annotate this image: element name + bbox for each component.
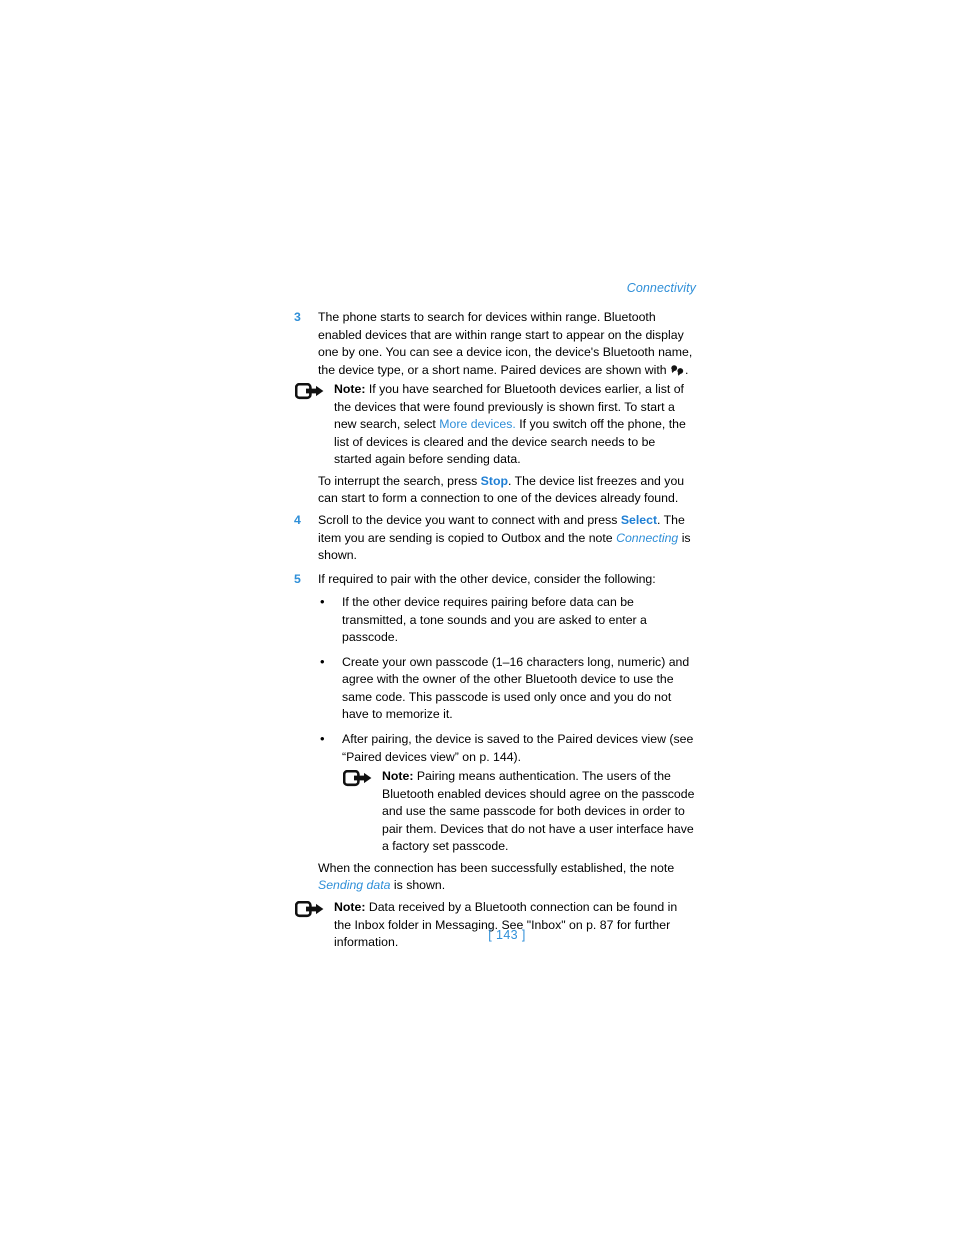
page-content: 3 The phone starts to search for devices… <box>294 309 696 952</box>
interrupt-paragraph: To interrupt the search, press Stop. The… <box>294 473 696 508</box>
closing-text-a: When the connection has been successfull… <box>318 860 675 875</box>
step-item-5: 5 If required to pair with the other dev… <box>294 571 696 589</box>
paired-devices-icon <box>670 364 685 376</box>
note-inbox: Note: Data received by a Bluetooth conne… <box>294 899 696 952</box>
step-number: 4 <box>294 513 301 528</box>
closing-text-b: is shown. <box>390 878 446 893</box>
connecting-note-text: Connecting <box>616 530 679 545</box>
step-4-text-a: Scroll to the device you want to connect… <box>318 513 621 528</box>
running-header: Connectivity <box>626 281 696 295</box>
list-item: • If the other device requires pairing b… <box>318 594 696 647</box>
bullet-text: If the other device requires pairing bef… <box>342 595 647 645</box>
note-label: Note: <box>382 769 414 784</box>
step-number: 5 <box>294 571 301 586</box>
step-item-4: 4 Scroll to the device you want to conne… <box>294 512 696 565</box>
note-pairing-text: Pairing means authentication. The users … <box>382 769 695 854</box>
more-devices-link[interactable]: More devices. <box>439 417 516 431</box>
note-label: Note: <box>334 899 366 914</box>
note-pairing: Note: Pairing means authentication. The … <box>342 768 696 856</box>
note-label: Note: <box>334 382 366 397</box>
bullet-dot-icon: • <box>320 653 325 669</box>
step-5-text: If required to pair with the other devic… <box>318 571 656 586</box>
interrupt-text-a: To interrupt the search, press <box>318 473 481 488</box>
bullet-text: Create your own passcode (1–16 character… <box>342 654 690 722</box>
pairing-bullet-list: • If the other device requires pairing b… <box>294 594 696 856</box>
list-item: • Create your own passcode (1–16 charact… <box>318 654 696 724</box>
step-number: 3 <box>294 310 301 324</box>
closing-paragraph: When the connection has been successfull… <box>294 860 696 895</box>
step-3-text-tail: . <box>685 362 689 377</box>
note-more-devices: Note: If you have searched for Bluetooth… <box>294 381 696 469</box>
note-callout-icon <box>294 383 325 400</box>
manual-page: Connectivity 3 The phone starts to searc… <box>0 0 954 1235</box>
bullet-dot-icon: • <box>320 594 325 610</box>
note-callout-icon <box>294 900 325 918</box>
list-item: • After pairing, the device is saved to … <box>318 731 696 766</box>
step-item-3: 3 The phone starts to search for devices… <box>294 309 696 379</box>
sending-data-note-text: Sending data <box>318 878 391 893</box>
note-callout-icon <box>342 770 373 787</box>
step-text: Scroll to the device you want to connect… <box>318 512 696 565</box>
select-link[interactable]: Select <box>621 513 657 527</box>
page-number: [ 143 ] <box>488 928 526 942</box>
stop-link[interactable]: Stop <box>481 474 508 488</box>
step-3-text: The phone starts to search for devices w… <box>318 310 693 377</box>
bullet-text: After pairing, the device is saved to th… <box>342 732 694 764</box>
bullet-dot-icon: • <box>320 731 325 747</box>
step-text: The phone starts to search for devices w… <box>318 309 696 379</box>
